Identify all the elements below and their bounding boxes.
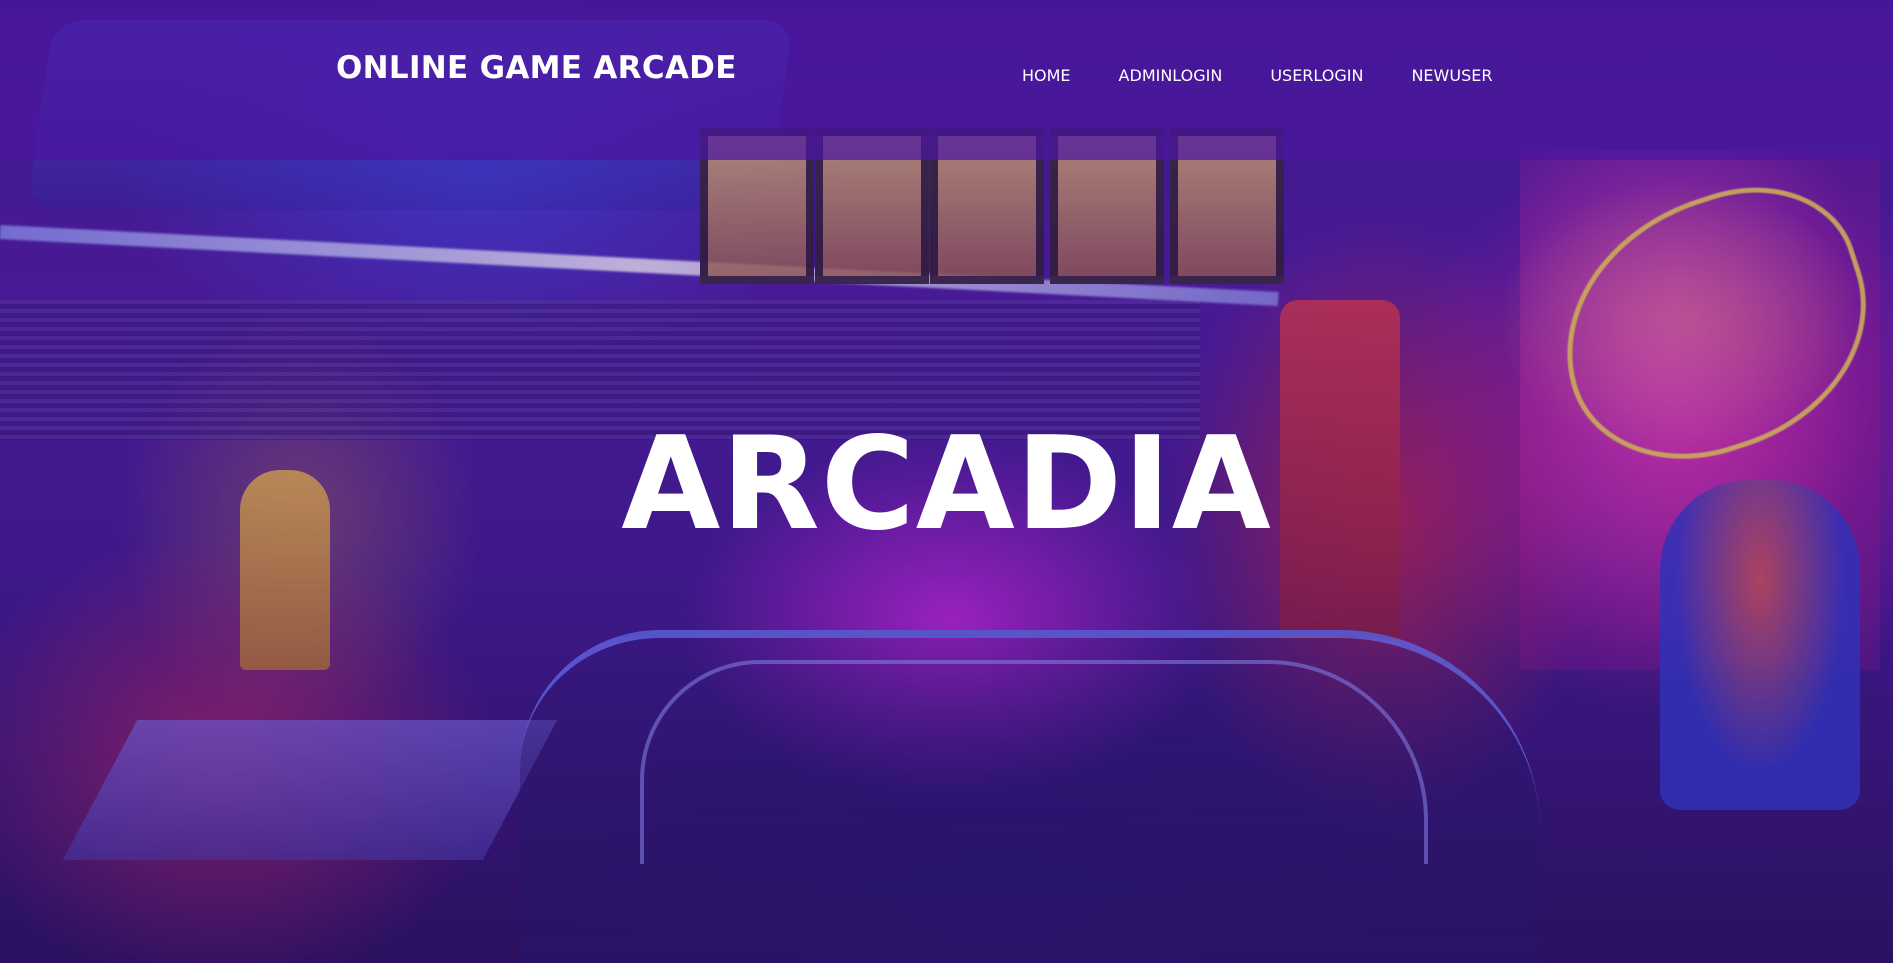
top-header: ONLINE GAME ARCADE HOME ADMINLOGIN USERL…: [0, 0, 1893, 160]
hero-title: ARCADIA: [621, 410, 1272, 559]
main-nav: HOME ADMINLOGIN USERLOGIN NEWUSER: [1022, 66, 1540, 86]
nav-item-adminlogin: ADMINLOGIN: [1119, 66, 1271, 86]
site-brand-title[interactable]: ONLINE GAME ARCADE: [336, 50, 737, 86]
nav-link-home[interactable]: HOME: [1022, 66, 1071, 86]
hero-section: ONLINE GAME ARCADE HOME ADMINLOGIN USERL…: [0, 0, 1893, 963]
nav-item-home: HOME: [1022, 66, 1119, 86]
nav-link-newuser[interactable]: NEWUSER: [1411, 66, 1492, 86]
nav-item-newuser: NEWUSER: [1411, 66, 1540, 86]
nav-link-adminlogin[interactable]: ADMINLOGIN: [1119, 66, 1223, 86]
nav-link-userlogin[interactable]: USERLOGIN: [1270, 66, 1363, 86]
nav-item-userlogin: USERLOGIN: [1270, 66, 1411, 86]
